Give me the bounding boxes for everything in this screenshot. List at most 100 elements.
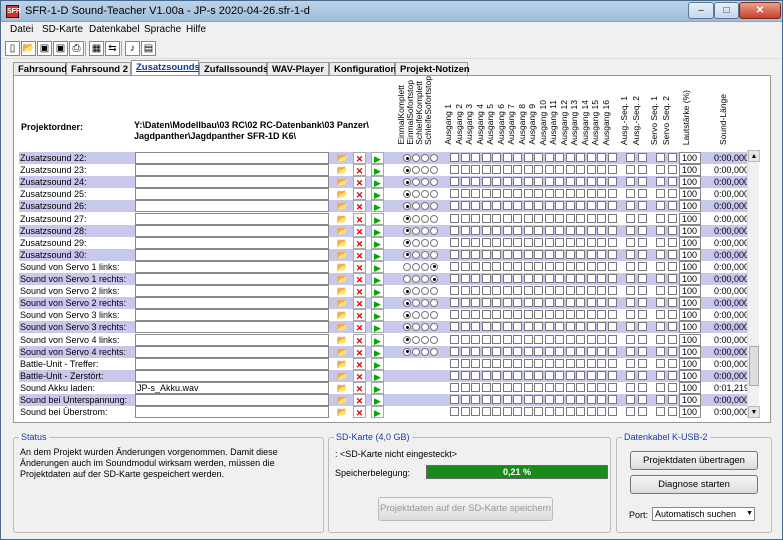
servo-sequence-checkbox[interactable] [656,286,665,296]
output-checkbox[interactable] [460,177,470,187]
output-checkbox[interactable] [513,249,522,259]
sound-file-input[interactable] [135,236,329,249]
output-checkbox[interactable] [513,334,522,344]
output-checkbox[interactable] [597,237,606,247]
mode-radio[interactable] [412,238,420,247]
output-checkbox[interactable] [513,165,522,175]
output-checkbox[interactable] [544,382,554,392]
output-sequence-checkbox[interactable] [626,310,635,320]
output-checkbox[interactable] [565,225,575,235]
play-icon[interactable]: ▶ [371,333,384,346]
output-checkbox[interactable] [534,153,543,162]
mode-radio[interactable] [421,275,429,283]
output-checkbox[interactable] [555,177,564,187]
output-checkbox[interactable] [513,370,522,380]
servo-sequence-checkbox[interactable] [656,189,665,199]
play-icon[interactable]: ▶ [371,406,384,419]
play-icon[interactable]: ▶ [371,188,384,201]
output-checkbox[interactable] [555,334,564,344]
output-checkbox[interactable] [586,310,596,320]
servo-sequence-checkbox[interactable] [668,310,677,320]
mode-radio[interactable] [421,335,429,344]
output-checkbox[interactable] [502,213,512,223]
output-sequence-checkbox[interactable] [638,189,647,199]
mode-radio[interactable] [412,214,420,223]
output-checkbox[interactable] [597,201,606,211]
output-checkbox[interactable] [586,201,596,211]
output-checkbox[interactable] [565,395,575,404]
output-checkbox[interactable] [460,286,470,296]
mode-radio[interactable] [430,299,438,308]
output-sequence-checkbox[interactable] [626,358,635,368]
delete-icon[interactable]: ✕ [353,285,366,298]
open-folder-icon[interactable]: 📂 [336,164,349,176]
output-checkbox[interactable] [576,286,585,296]
output-checkbox[interactable] [607,165,617,175]
output-sequence-checkbox[interactable] [626,395,635,404]
output-checkbox[interactable] [481,395,491,404]
sound-file-input[interactable] [135,345,329,358]
close-button[interactable]: ✕ [739,2,781,19]
output-checkbox[interactable] [481,310,491,320]
mode-radio[interactable] [412,299,420,308]
output-checkbox[interactable] [450,298,459,308]
output-checkbox[interactable] [513,274,522,283]
output-checkbox[interactable] [450,346,459,356]
output-checkbox[interactable] [492,177,501,187]
menu-sprache[interactable]: Sprache [144,24,181,35]
output-checkbox[interactable] [534,322,543,332]
open-folder-icon[interactable]: 📂 [336,213,349,225]
menu-datenkabel[interactable]: Datenkabel [89,24,140,35]
servo-sequence-checkbox[interactable] [656,237,665,247]
output-sequence-checkbox[interactable] [626,274,635,283]
output-checkbox[interactable] [586,189,596,199]
scroll-up-icon[interactable]: ▲ [748,150,760,162]
output-checkbox[interactable] [471,153,480,162]
output-sequence-checkbox[interactable] [638,201,647,211]
output-checkbox[interactable] [471,322,480,332]
output-checkbox[interactable] [481,407,491,417]
output-checkbox[interactable] [471,213,480,223]
servo-sequence-checkbox[interactable] [656,165,665,175]
output-checkbox[interactable] [565,322,575,332]
output-checkbox[interactable] [471,298,480,308]
output-checkbox[interactable] [502,237,512,247]
output-checkbox[interactable] [607,322,617,332]
output-checkbox[interactable] [544,370,554,380]
output-checkbox[interactable] [586,322,596,332]
output-checkbox[interactable] [450,286,459,296]
output-checkbox[interactable] [576,225,585,235]
output-checkbox[interactable] [576,261,585,271]
output-checkbox[interactable] [607,310,617,320]
output-sequence-checkbox[interactable] [626,189,635,199]
output-checkbox[interactable] [597,358,606,368]
output-checkbox[interactable] [555,237,564,247]
output-checkbox[interactable] [492,249,501,259]
output-checkbox[interactable] [565,201,575,211]
servo-sequence-checkbox[interactable] [656,177,665,187]
output-checkbox[interactable] [481,213,491,223]
open-folder-icon[interactable]: 📂 [336,370,349,382]
output-checkbox[interactable] [513,310,522,320]
output-checkbox[interactable] [534,261,543,271]
output-checkbox[interactable] [607,395,617,404]
output-checkbox[interactable] [597,286,606,296]
output-checkbox[interactable] [513,322,522,332]
servo-sequence-checkbox[interactable] [668,298,677,308]
output-checkbox[interactable] [460,358,470,368]
tab-zufallssounds[interactable]: Zufallssounds [199,62,268,76]
output-checkbox[interactable] [607,225,617,235]
mode-radio[interactable] [403,323,411,332]
output-checkbox[interactable] [565,237,575,247]
servo-sequence-checkbox[interactable] [656,395,665,404]
servo-sequence-checkbox[interactable] [656,334,665,344]
output-checkbox[interactable] [565,286,575,296]
output-checkbox[interactable] [513,237,522,247]
output-checkbox[interactable] [450,370,459,380]
output-checkbox[interactable] [513,201,522,211]
volume-input[interactable]: 100 [679,369,701,382]
output-checkbox[interactable] [607,286,617,296]
output-checkbox[interactable] [502,407,512,417]
tab-konfiguration[interactable]: Konfiguration [329,62,396,76]
volume-input[interactable]: 100 [679,345,701,358]
